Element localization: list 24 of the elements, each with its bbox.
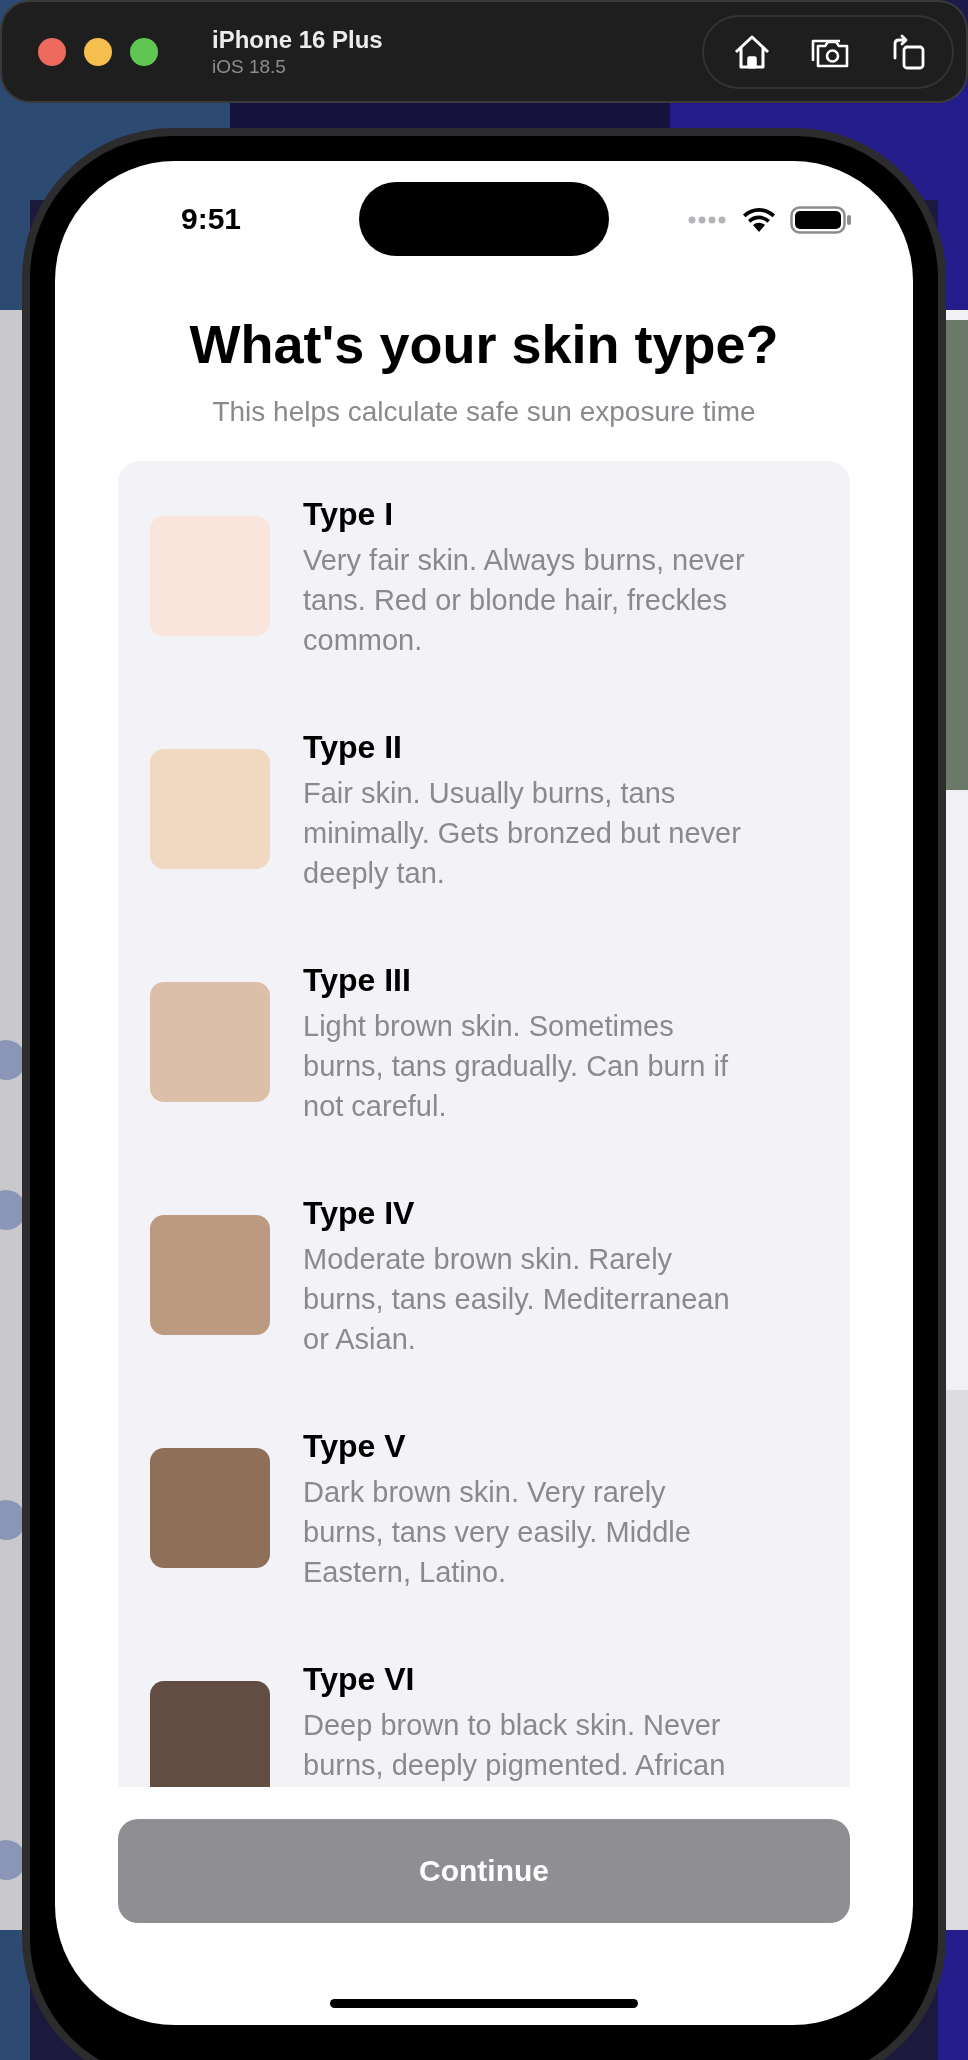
skin-type-name: Type II <box>303 728 402 766</box>
skin-type-name: Type III <box>303 961 411 999</box>
screen-subtitle: This helps calculate safe sun exposure time <box>212 395 756 429</box>
skin-type-description: Dark brown skin. Very rarely burns, tans very easily. Middle Eastern, Latino. <box>303 1475 691 1590</box>
screen-title: What's your skin type? <box>189 313 779 375</box>
wifi-icon <box>742 207 776 233</box>
skin-swatch[interactable] <box>150 982 270 1102</box>
battery-icon <box>790 206 852 234</box>
cellular-icon <box>688 216 728 224</box>
skin-type-description: Light brown skin. Sometimes burns, tans gradually. Can burn if not careful. <box>303 1009 729 1124</box>
skin-type-name: Type IV <box>303 1194 415 1232</box>
status-time: 9:51 <box>181 202 243 236</box>
skin-swatch[interactable] <box>150 1681 270 1787</box>
skin-type-name: Type V <box>303 1427 406 1465</box>
skin-type-name: Type VI <box>303 1660 415 1698</box>
skin-swatch[interactable] <box>150 1448 270 1568</box>
skin-swatch[interactable] <box>150 1215 270 1335</box>
skin-type-description: Moderate brown skin. Rarely burns, tans easily. Mediterranean or Asian. <box>303 1242 730 1357</box>
skin-type-description: Deep brown to black skin. Never burns, deeply pigmented. African <box>303 1708 726 1783</box>
skin-type-description: Very fair skin. Always burns, never tans. Red or blonde hair, freckles common. <box>303 543 745 658</box>
skin-type-name: Type I <box>303 495 394 533</box>
skin-swatch[interactable] <box>150 749 270 869</box>
skin-swatch[interactable] <box>150 516 270 636</box>
skin-type-description: Fair skin. Usually burns, tans minimally. Gets bronzed but never deeply tan. <box>303 776 741 891</box>
